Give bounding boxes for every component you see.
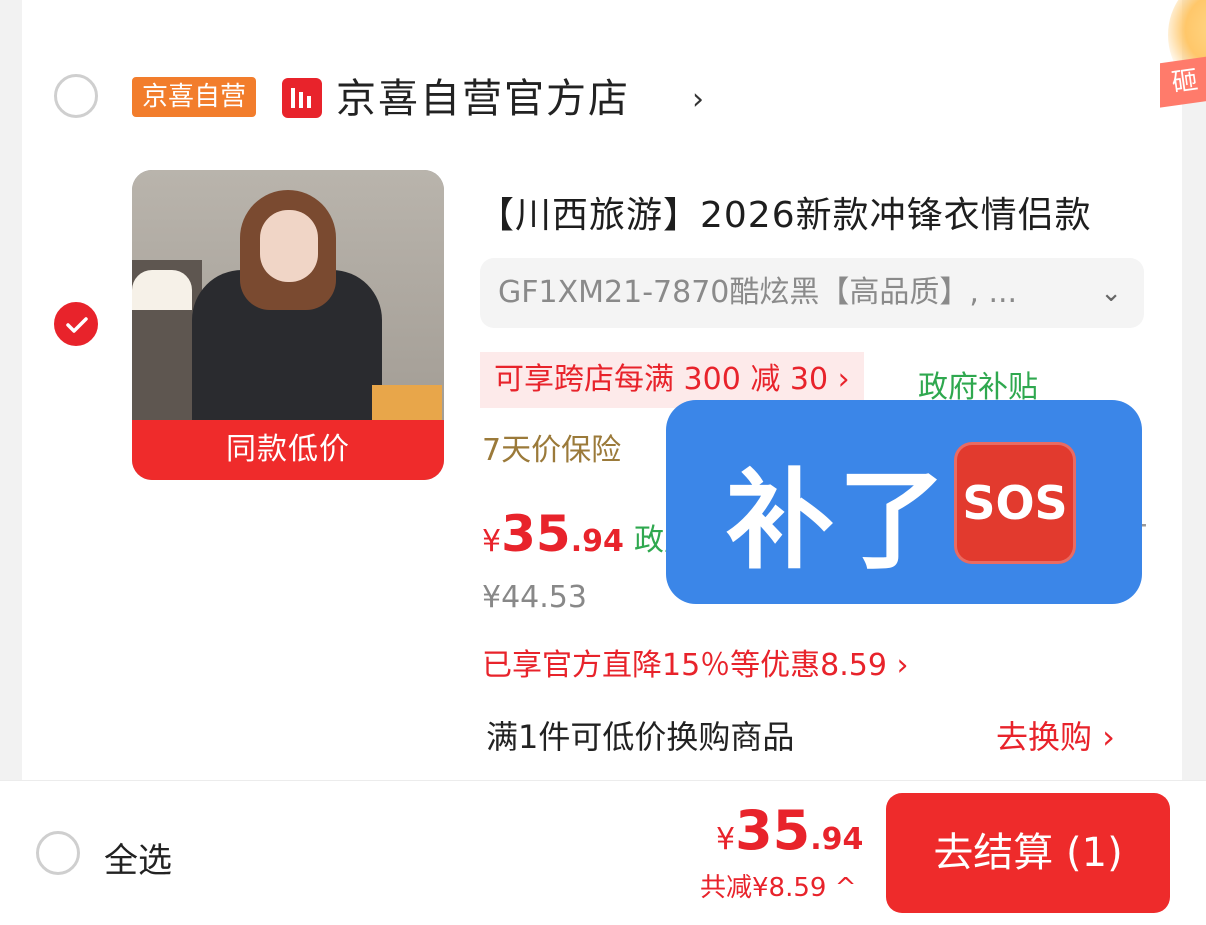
check-icon	[66, 317, 88, 333]
total-savings-toggle[interactable]: 共减¥8.59 ^	[700, 867, 856, 904]
corner-ribbon-label: 砸	[1169, 65, 1200, 99]
total-integer: 35	[735, 799, 811, 862]
swap-purchase-link[interactable]: 去换购 ›	[996, 712, 1115, 758]
select-all-label[interactable]: 全选	[104, 833, 172, 882]
same-style-low-price-badge: 同款低价	[132, 420, 444, 480]
sticker-overlay: 补了 SOS	[666, 400, 1142, 604]
sos-icon: SOS	[954, 442, 1076, 564]
store-select-radio[interactable]	[54, 74, 98, 118]
image-box	[372, 385, 442, 420]
corner-promo-badge[interactable]: 砸	[1160, 0, 1206, 130]
discount-detail-link[interactable]: 已享官方直降15％等优惠8.59 ›	[482, 640, 909, 684]
swap-offer-text: 满1件可低价换购商品	[486, 718, 795, 756]
spec-text: GF1XM21-7870酷炫黑【高品质】, ...	[498, 275, 1018, 310]
price-currency: ¥	[482, 524, 502, 559]
price-decimal: .94	[570, 524, 624, 559]
product-title[interactable]: 【川西旅游】2026新款冲锋衣情侣款	[478, 186, 1092, 238]
total-decimal: .94	[810, 822, 864, 857]
price-guarantee-tag: 7天价保险	[482, 433, 622, 468]
product-select-radio[interactable]	[54, 302, 98, 346]
original-price: ¥44.53	[482, 580, 587, 615]
store-logo-icon	[282, 78, 322, 118]
store-chevron-icon[interactable]: ›	[692, 82, 704, 117]
spec-selector[interactable]: GF1XM21-7870酷炫黑【高品质】, ... ⌄	[480, 258, 1144, 328]
store-name[interactable]: 京喜自营官方店	[336, 66, 630, 124]
jx-self-operated-tag: 京喜自营	[132, 77, 257, 117]
sticker-text: 补了	[726, 459, 951, 584]
product-image[interactable]: 同款低价	[132, 170, 444, 480]
corner-ribbon: 砸	[1160, 56, 1206, 112]
total-currency: ¥	[716, 822, 736, 857]
image-face	[260, 210, 318, 282]
product-price: ¥35.94	[482, 505, 624, 563]
chevron-down-icon: ⌄	[1100, 278, 1122, 308]
image-sign	[132, 270, 192, 310]
checkout-bar: 全选 ¥35.94 共减¥8.59 ^ 去结算 (1)	[0, 780, 1206, 925]
total-price: ¥35.94	[716, 799, 863, 862]
price-integer: 35	[501, 505, 571, 563]
select-all-radio[interactable]	[36, 831, 80, 875]
checkout-button[interactable]: 去结算 (1)	[886, 793, 1170, 913]
